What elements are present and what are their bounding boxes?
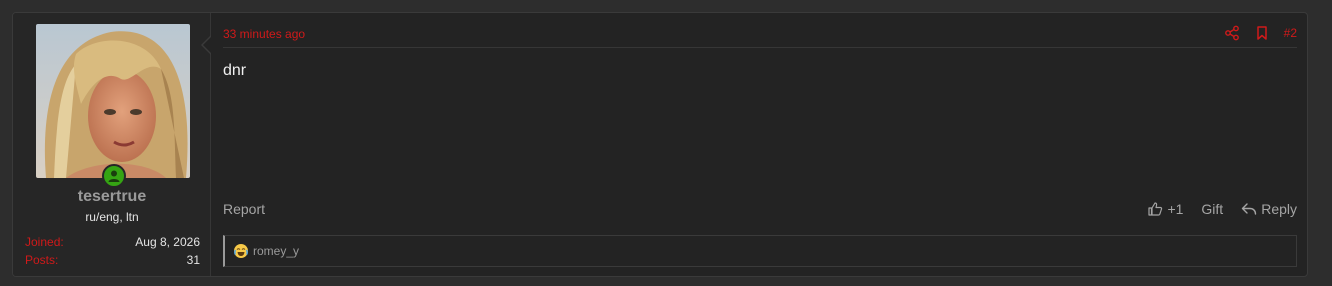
reaction-user[interactable]: romey_y xyxy=(253,244,299,258)
user-title: ru/eng, ltn xyxy=(85,210,139,224)
stat-value: Aug 8, 2026 xyxy=(135,235,200,249)
thumbs-up-icon xyxy=(1148,202,1163,216)
user-stats: Joined: Aug 8, 2026 Posts: 31 xyxy=(25,233,200,269)
stat-row-posts: Posts: 31 xyxy=(25,251,200,269)
gift-button[interactable]: Gift xyxy=(1201,201,1223,217)
share-icon[interactable] xyxy=(1224,25,1240,41)
post-header: 33 minutes ago #2 xyxy=(223,19,1297,48)
user-panel: tesertrue ru/eng, ltn Joined: Aug 8, 202… xyxy=(13,13,211,276)
post-number[interactable]: #2 xyxy=(1284,26,1297,40)
online-user-icon xyxy=(102,164,126,188)
post-actions: +1 Gift Reply xyxy=(1129,201,1297,217)
stat-key: Joined: xyxy=(25,235,64,249)
bookmark-icon[interactable] xyxy=(1254,25,1270,41)
like-button[interactable]: +1 xyxy=(1147,201,1183,217)
post-content: dnr xyxy=(223,62,247,79)
post-time[interactable]: 33 minutes ago xyxy=(223,27,305,41)
header-actions: #2 xyxy=(1210,25,1297,41)
crying-laughing-emoji xyxy=(233,243,249,259)
stat-key: Posts: xyxy=(25,253,59,267)
report-button[interactable]: Report xyxy=(223,201,265,217)
post-footer: Report +1 Gift Reply xyxy=(223,201,1297,221)
stat-row-joined: Joined: Aug 8, 2026 xyxy=(25,233,200,251)
avatar[interactable] xyxy=(36,24,190,178)
stat-value: 31 xyxy=(186,253,200,267)
reactions-bar[interactable]: romey_y xyxy=(223,235,1297,267)
post-main: 33 minutes ago #2 dnr Report +1 Gift Rep… xyxy=(211,13,1307,276)
post-container: tesertrue ru/eng, ltn Joined: Aug 8, 202… xyxy=(12,12,1308,277)
reply-icon xyxy=(1242,203,1257,215)
reply-label: Reply xyxy=(1261,201,1297,217)
username[interactable]: tesertrue xyxy=(13,188,211,206)
like-count: +1 xyxy=(1167,201,1184,217)
reply-button[interactable]: Reply xyxy=(1241,201,1297,217)
